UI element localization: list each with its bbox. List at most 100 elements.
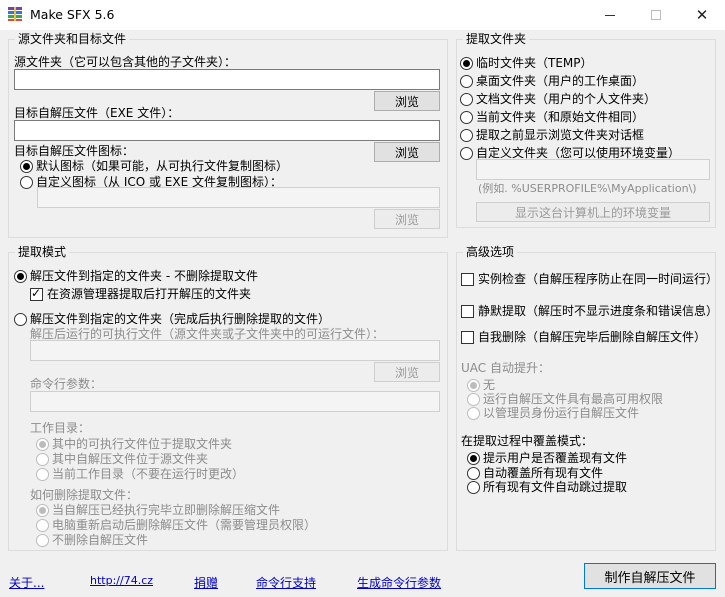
target-file-input[interactable] bbox=[14, 120, 440, 141]
workdir-current-radio[interactable]: 当前工作目录（不要在运行时更改） bbox=[36, 467, 244, 481]
uac-label: UAC 自动提升： bbox=[461, 361, 550, 375]
extract-delete-label: 解压文件到指定的文件夹（完成后执行删除提取的文件） bbox=[30, 312, 331, 326]
delete-reboot-radio[interactable]: 电脑重新启动后删除解压文件（需要管理员权限） bbox=[36, 518, 316, 532]
checkbox-icon bbox=[461, 330, 474, 344]
browse-exe-button[interactable]: 浏览 bbox=[374, 362, 440, 382]
radio-selected-icon bbox=[467, 378, 480, 392]
uac-highest-radio[interactable]: 运行自解压文件具有最高可用权限 bbox=[467, 392, 663, 406]
folder-browse-dialog-radio[interactable]: 提取之前显示浏览文件夹对话框 bbox=[460, 128, 644, 142]
uac-none-radio[interactable]: 无 bbox=[467, 378, 495, 392]
folder-desktop-radio[interactable]: 桌面文件夹（用户的工作桌面） bbox=[460, 74, 644, 88]
delete-mode-label: 如何删除提取文件： bbox=[30, 488, 139, 502]
source-folder-label: 源文件夹（它可以包含其他的子文件夹）： bbox=[14, 55, 237, 69]
radio-icon bbox=[20, 175, 33, 189]
radio-icon bbox=[36, 452, 49, 466]
radio-icon bbox=[460, 146, 473, 160]
open-folder-label: 在资源管理器提取后打开解压的文件夹 bbox=[47, 287, 252, 301]
folder-current-radio[interactable]: 当前文件夹（和原始文件相同） bbox=[460, 110, 644, 124]
uac-admin-label: 以管理员身份运行自解压文件 bbox=[483, 406, 640, 420]
radio-icon bbox=[460, 128, 473, 142]
radio-icon bbox=[467, 406, 480, 420]
radio-icon bbox=[460, 92, 473, 106]
extract-keep-radio[interactable]: 解压文件到指定的文件夹 - 不删除提取文件 bbox=[14, 269, 258, 283]
source-folder-input[interactable] bbox=[14, 69, 440, 90]
radio-icon bbox=[36, 467, 49, 481]
radio-selected-icon bbox=[20, 159, 33, 173]
radio-selected-icon bbox=[467, 451, 480, 465]
uac-none-label: 无 bbox=[483, 378, 496, 392]
self-delete-label: 自我删除（自解压完毕后删除自解压文件） bbox=[478, 330, 707, 344]
silent-extract-checkbox[interactable]: 静默提取（解压时不显示进度条和错误信息） bbox=[461, 304, 718, 318]
target-file-label: 目标自解压文件（EXE 文件）： bbox=[14, 106, 180, 120]
radio-icon bbox=[467, 392, 480, 406]
checkbox-icon bbox=[461, 304, 474, 318]
cmd-args-label: 命令行参数： bbox=[30, 377, 103, 391]
folder-custom-label: 自定义文件夹（您可以使用环境变量） bbox=[476, 146, 681, 160]
radio-icon bbox=[460, 74, 473, 88]
browse-source-button[interactable]: 浏览 bbox=[374, 91, 440, 111]
overwrite-prompt-radio[interactable]: 提示用户是否覆盖现有文件 bbox=[467, 451, 627, 465]
workdir-source-label: 其中自解压文件位于源文件夹 bbox=[52, 452, 209, 466]
title-bar: Make SFX 5.6 ✕ bbox=[0, 0, 725, 30]
overwrite-prompt-label: 提示用户是否覆盖现有文件 bbox=[483, 451, 628, 465]
radio-icon bbox=[14, 312, 27, 326]
overwrite-all-radio[interactable]: 自动覆盖所有现有文件 bbox=[467, 466, 603, 480]
about-link[interactable]: 关于... bbox=[9, 574, 44, 591]
group-legend: 源文件夹和目标文件 bbox=[15, 32, 130, 46]
radio-selected-icon bbox=[460, 56, 473, 70]
workdir-source-radio[interactable]: 其中自解压文件位于源文件夹 bbox=[36, 452, 208, 466]
generate-cmd-link[interactable]: 生成命令行参数 bbox=[357, 574, 441, 591]
cmd-args-input[interactable] bbox=[30, 391, 440, 412]
radio-icon bbox=[36, 518, 49, 532]
default-icon-radio[interactable]: 默认图标（如果可能，从可执行文件复制图标） bbox=[20, 159, 288, 173]
delete-immediate-label: 当自解压已经执行完毕立即删除解压缩文件 bbox=[52, 503, 281, 517]
checkbox-icon bbox=[461, 272, 474, 286]
folder-current-label: 当前文件夹（和原始文件相同） bbox=[476, 110, 645, 124]
instance-check-checkbox[interactable]: 实例检查（自解压程序防止在同一时间运行） bbox=[461, 272, 718, 286]
workdir-label: 工作目录： bbox=[30, 421, 91, 435]
website-link[interactable]: http://74.cz bbox=[90, 574, 153, 587]
open-folder-checkbox[interactable]: 在资源管理器提取后打开解压的文件夹 bbox=[30, 286, 252, 301]
overwrite-mode-label: 在提取过程中覆盖模式： bbox=[461, 434, 594, 448]
donate-link[interactable]: 捐赠 bbox=[194, 574, 218, 591]
extract-delete-radio[interactable]: 解压文件到指定的文件夹（完成后执行删除提取的文件） bbox=[14, 312, 330, 326]
close-icon: ✕ bbox=[695, 6, 709, 24]
folder-documents-radio[interactable]: 文档文件夹（用户的个人文件夹） bbox=[460, 92, 656, 106]
folder-browse-dialog-label: 提取之前显示浏览文件夹对话框 bbox=[476, 128, 645, 142]
group-legend: 提取模式 bbox=[15, 245, 70, 259]
run-exe-input[interactable] bbox=[30, 340, 440, 361]
minimize-icon bbox=[605, 14, 615, 16]
make-sfx-button[interactable]: 制作自解压文件 bbox=[584, 563, 716, 589]
custom-folder-input[interactable] bbox=[476, 159, 710, 180]
checkbox-checked-icon bbox=[30, 286, 43, 301]
workdir-extract-radio[interactable]: 其中的可执行文件位于提取文件夹 bbox=[36, 437, 232, 451]
maximize-button[interactable] bbox=[633, 0, 679, 30]
workdir-extract-label: 其中的可执行文件位于提取文件夹 bbox=[52, 437, 233, 451]
radio-icon bbox=[467, 466, 480, 480]
instance-check-label: 实例检查（自解压程序防止在同一时间运行） bbox=[478, 272, 719, 286]
maximize-icon bbox=[651, 10, 661, 20]
extract-keep-label: 解压文件到指定的文件夹 - 不删除提取文件 bbox=[30, 269, 258, 283]
show-env-vars-button[interactable]: 显示这台计算机上的环境变量 bbox=[476, 202, 710, 222]
target-icon-label: 目标自解压文件图标： bbox=[14, 144, 135, 158]
cmd-support-link[interactable]: 命令行支持 bbox=[256, 574, 316, 591]
window-title: Make SFX 5.6 bbox=[30, 7, 115, 22]
close-button[interactable]: ✕ bbox=[679, 0, 725, 30]
group-legend: 提取文件夹 bbox=[463, 32, 530, 46]
browse-target-button[interactable]: 浏览 bbox=[374, 142, 440, 162]
folder-desktop-label: 桌面文件夹（用户的工作桌面） bbox=[476, 74, 645, 88]
uac-admin-radio[interactable]: 以管理员身份运行自解压文件 bbox=[467, 406, 639, 420]
overwrite-skip-radio[interactable]: 所有现有文件自动跳过提取 bbox=[467, 480, 627, 494]
delete-reboot-label: 电脑重新启动后删除解压文件（需要管理员权限） bbox=[52, 518, 317, 532]
silent-extract-label: 静默提取（解压时不显示进度条和错误信息） bbox=[478, 304, 719, 318]
browse-icon-button[interactable]: 浏览 bbox=[374, 209, 440, 229]
folder-custom-radio[interactable]: 自定义文件夹（您可以使用环境变量） bbox=[460, 146, 680, 160]
folder-temp-radio[interactable]: 临时文件夹（TEMP） bbox=[460, 56, 593, 70]
uac-highest-label: 运行自解压文件具有最高可用权限 bbox=[483, 392, 664, 406]
delete-immediate-radio[interactable]: 当自解压已经执行完毕立即删除解压缩文件 bbox=[36, 503, 280, 517]
radio-icon bbox=[36, 533, 49, 547]
delete-none-radio[interactable]: 不删除自解压文件 bbox=[36, 533, 148, 547]
self-delete-checkbox[interactable]: 自我删除（自解压完毕后删除自解压文件） bbox=[461, 330, 706, 344]
minimize-button[interactable] bbox=[587, 0, 633, 30]
custom-icon-input[interactable] bbox=[37, 187, 440, 208]
